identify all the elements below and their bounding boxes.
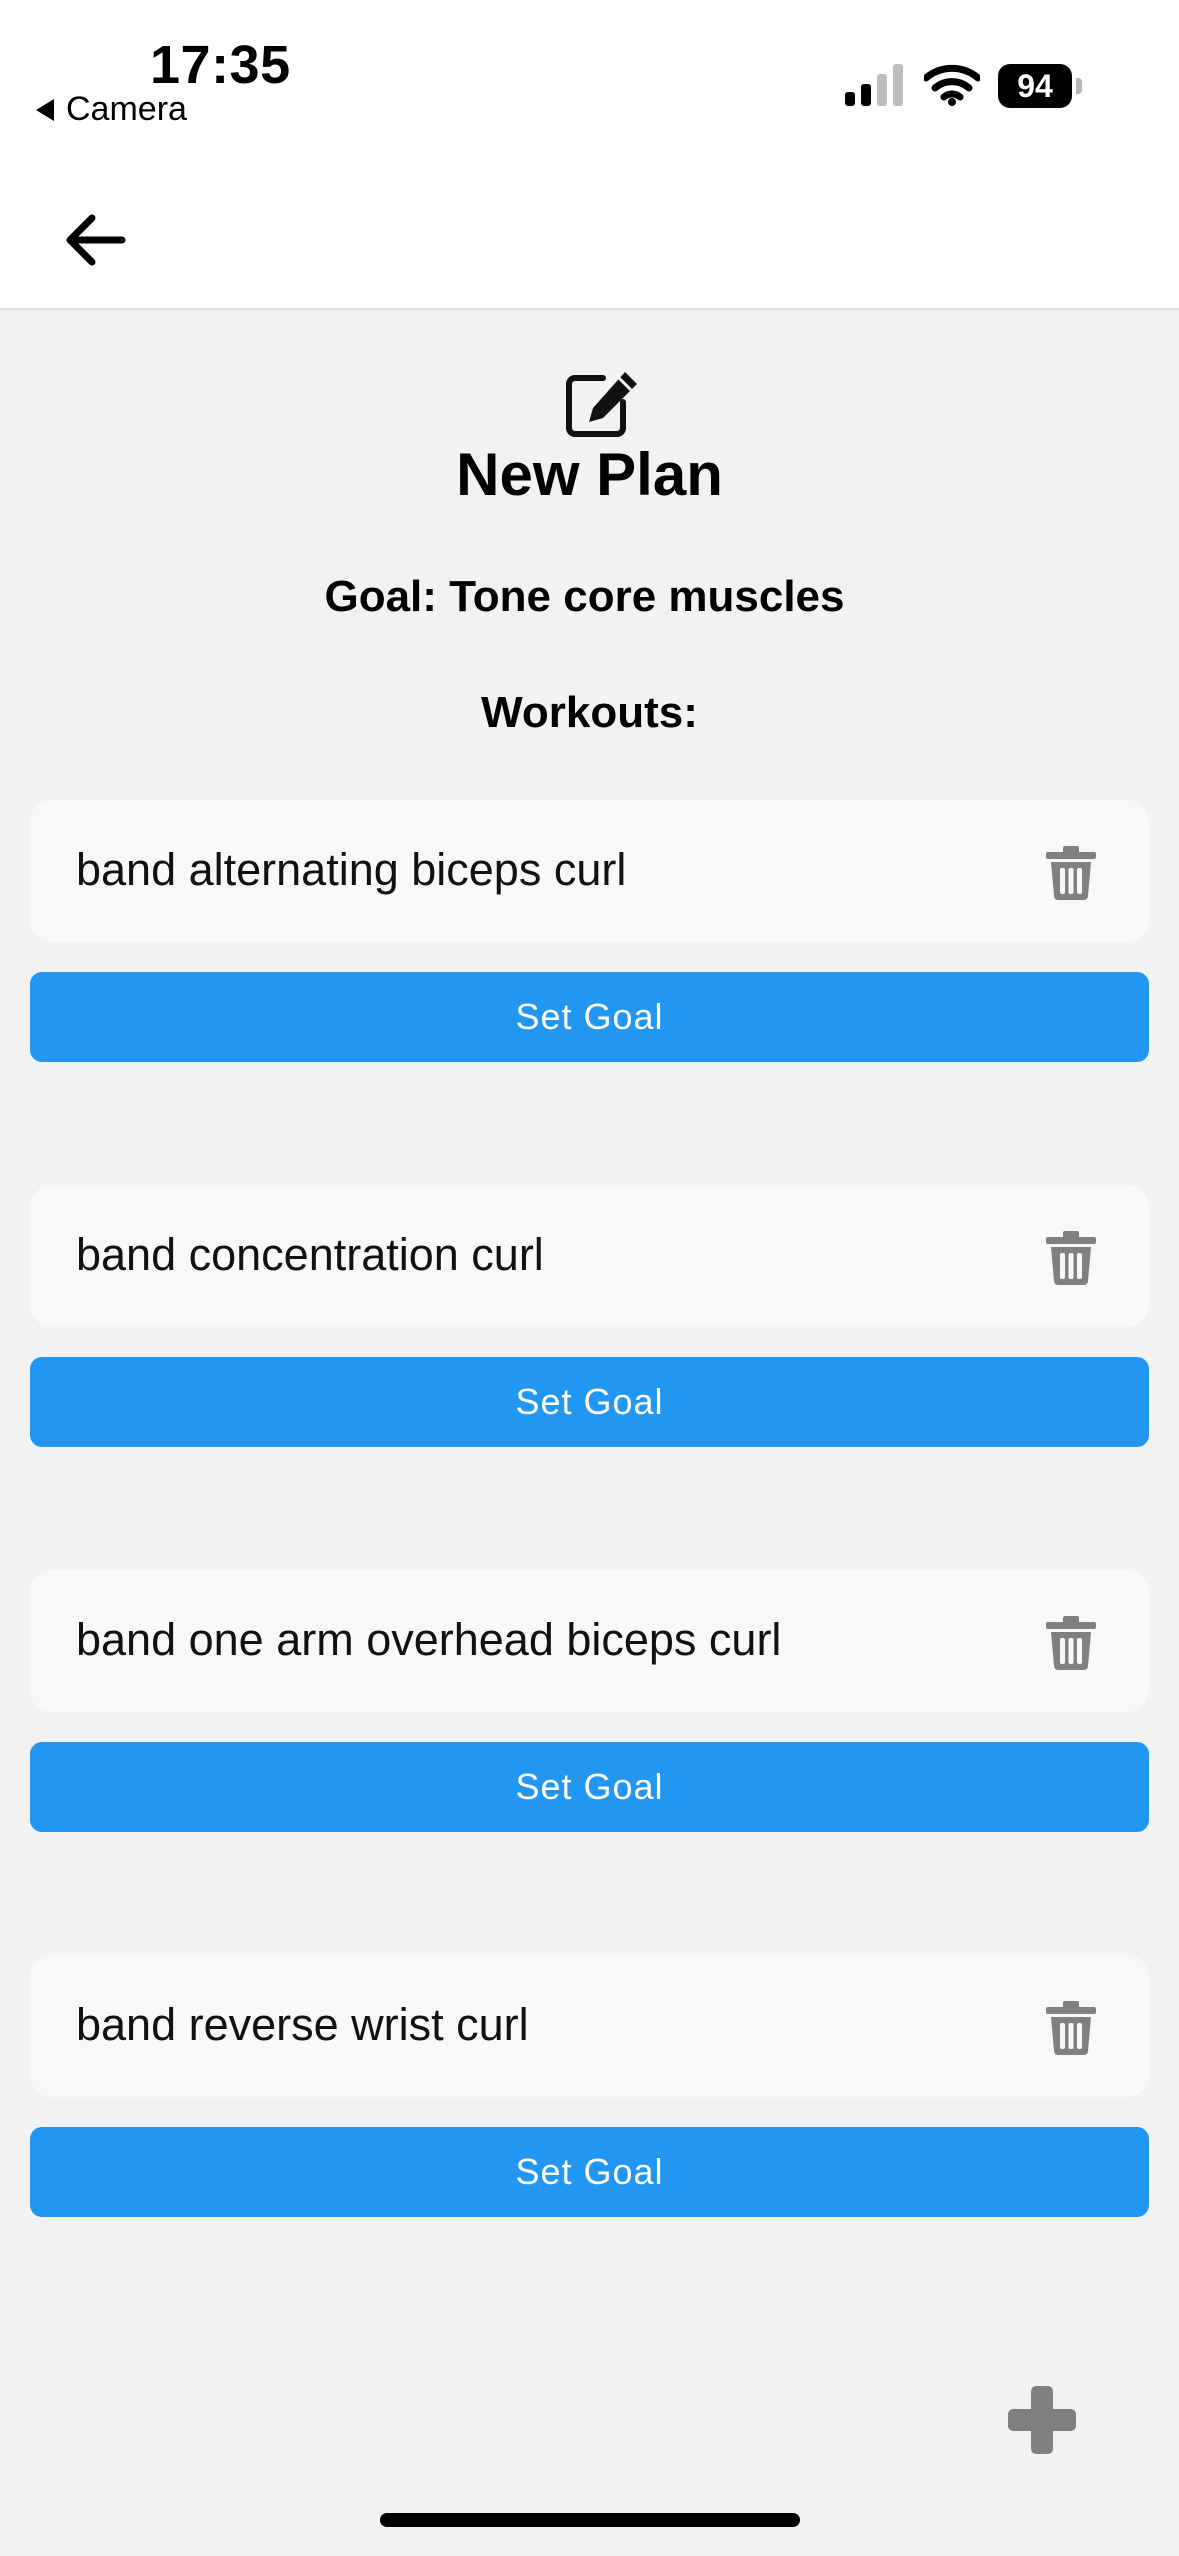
set-goal-button[interactable]: Set Goal — [30, 1357, 1149, 1447]
set-goal-button[interactable]: Set Goal — [30, 2127, 1149, 2217]
trash-icon[interactable] — [1046, 1231, 1096, 1285]
set-goal-button[interactable]: Set Goal — [30, 972, 1149, 1062]
workout-card[interactable]: band reverse wrist curl — [30, 1955, 1149, 2097]
plan-goal-text: Goal: Tone core muscles — [324, 572, 845, 621]
workout-name: band concentration curl — [76, 1229, 544, 1280]
cellular-signal-icon — [845, 64, 903, 106]
status-bar: 17:35 Camera 94 — [0, 0, 1179, 160]
edit-square-icon — [566, 372, 637, 437]
page-title: New Plan — [456, 441, 723, 508]
wifi-icon — [924, 64, 980, 106]
battery-nub — [1076, 78, 1082, 94]
trash-icon[interactable] — [1046, 2001, 1096, 2055]
workout-name: band one arm overhead biceps curl — [76, 1614, 782, 1665]
home-indicator[interactable] — [380, 2513, 800, 2527]
status-time: 17:35 — [150, 35, 291, 95]
back-triangle-icon — [36, 98, 54, 121]
workout-card[interactable]: band concentration curl — [30, 1185, 1149, 1327]
plus-icon[interactable] — [1006, 2384, 1078, 2456]
workout-card[interactable]: band alternating biceps curl — [30, 800, 1149, 942]
set-goal-button[interactable]: Set Goal — [30, 1742, 1149, 1832]
back-arrow-icon[interactable] — [62, 212, 128, 268]
back-to-camera-link[interactable]: Camera — [36, 90, 187, 129]
battery-level: 94 — [998, 64, 1072, 108]
trash-icon[interactable] — [1046, 846, 1096, 900]
trash-icon[interactable] — [1046, 1616, 1096, 1670]
battery-indicator: 94 — [998, 64, 1084, 108]
nav-bar — [0, 160, 1179, 310]
workouts-heading: Workouts: — [481, 688, 698, 737]
workout-card[interactable]: band one arm overhead biceps curl — [30, 1570, 1149, 1712]
workout-name: band reverse wrist curl — [76, 1999, 529, 2050]
workout-name: band alternating biceps curl — [76, 844, 627, 895]
back-app-label: Camera — [66, 90, 187, 128]
